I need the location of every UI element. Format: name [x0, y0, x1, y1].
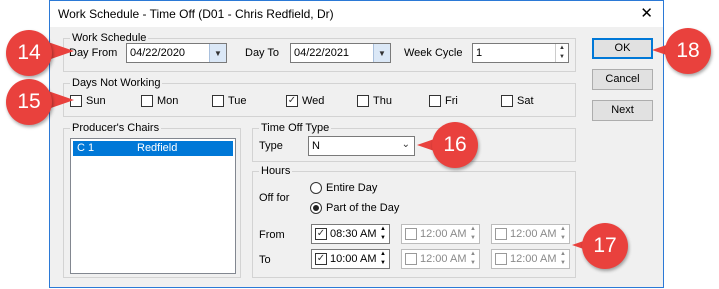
- to-time-1-checkbox[interactable]: ✓: [315, 253, 327, 265]
- day-from-field[interactable]: 04/22/2020 ▼: [126, 43, 227, 63]
- week-cycle-label: Week Cycle: [404, 47, 463, 59]
- off-for-label: Off for: [259, 192, 290, 204]
- to-time-1[interactable]: ✓ 10:00 AM ▲ ▼: [311, 249, 390, 269]
- day-from-value: 04/22/2020: [130, 47, 186, 59]
- day-label-sat: Sat: [517, 95, 534, 107]
- from-time-2-checkbox[interactable]: [405, 228, 417, 240]
- week-cycle-stepper[interactable]: 1 ▲ ▼: [472, 43, 569, 63]
- day-to-field[interactable]: 04/22/2021 ▼: [290, 43, 391, 63]
- part-of-day-label: Part of the Day: [326, 202, 400, 214]
- spin-arrows-icon[interactable]: ▲ ▼: [557, 225, 569, 243]
- day-to-value: 04/22/2021: [294, 47, 350, 59]
- to-time-3-value: 12:00 AM: [510, 253, 557, 265]
- type-label: Type: [259, 140, 283, 152]
- cancel-button[interactable]: Cancel: [592, 69, 653, 90]
- checkbox-sat[interactable]: [501, 95, 513, 107]
- type-select[interactable]: N ⌄: [308, 136, 415, 156]
- hours-group-title: Hours: [259, 165, 293, 177]
- producers-chairs-list[interactable]: C 1 Redfield: [70, 138, 236, 274]
- spin-arrows-icon[interactable]: ▲ ▼: [377, 250, 389, 268]
- day-from-label: Day From: [69, 47, 118, 59]
- from-time-1[interactable]: ✓ 08:30 AM ▲ ▼: [311, 224, 390, 244]
- ok-button[interactable]: OK: [592, 38, 653, 59]
- day-to-label: Day To: [245, 47, 280, 59]
- chair-name: Redfield: [137, 142, 178, 154]
- day-label-mon: Mon: [157, 95, 179, 107]
- week-cycle-value: 1: [476, 47, 483, 59]
- chevron-down-icon[interactable]: ▼: [373, 44, 390, 62]
- radio-part-of-day[interactable]: [310, 202, 322, 214]
- chair-code: C 1: [77, 142, 95, 154]
- spin-arrows-icon[interactable]: ▲ ▼: [555, 44, 568, 62]
- checkbox-thu[interactable]: [357, 95, 369, 107]
- to-time-2-checkbox[interactable]: [405, 253, 417, 265]
- from-time-1-checkbox[interactable]: ✓: [315, 228, 327, 240]
- from-time-3-checkbox[interactable]: [495, 228, 507, 240]
- type-value: N: [312, 140, 320, 152]
- producers-chairs-group-title: Producer's Chairs: [70, 122, 162, 134]
- callout-14: 14: [6, 30, 52, 76]
- list-item[interactable]: C 1 Redfield: [73, 141, 233, 156]
- spin-arrows-icon[interactable]: ▲ ▼: [467, 225, 479, 243]
- callout-16: 16: [432, 122, 478, 168]
- from-time-2[interactable]: 12:00 AM ▲ ▼: [401, 224, 480, 244]
- day-label-thu: Thu: [373, 95, 392, 107]
- day-label-fri: Fri: [445, 95, 458, 107]
- time-off-type-group-title: Time Off Type: [259, 122, 332, 134]
- close-icon[interactable]: ✕: [640, 4, 653, 22]
- day-label-tue: Tue: [228, 95, 247, 107]
- spin-arrows-icon[interactable]: ▲ ▼: [557, 250, 569, 268]
- from-label: From: [259, 229, 285, 241]
- checkbox-fri[interactable]: [429, 95, 441, 107]
- to-time-3[interactable]: 12:00 AM ▲ ▼: [491, 249, 570, 269]
- spin-arrows-icon[interactable]: ▲ ▼: [377, 225, 389, 243]
- to-label: To: [259, 254, 271, 266]
- from-time-2-value: 12:00 AM: [420, 228, 467, 240]
- day-label-sun: Sun: [86, 95, 106, 107]
- day-label-wed: Wed: [302, 95, 325, 107]
- from-time-3-value: 12:00 AM: [510, 228, 557, 240]
- entire-day-label: Entire Day: [326, 182, 378, 194]
- radio-entire-day[interactable]: [310, 182, 322, 194]
- next-button[interactable]: Next: [592, 100, 653, 121]
- checkbox-mon[interactable]: [141, 95, 153, 107]
- chevron-down-icon[interactable]: ▼: [209, 44, 226, 62]
- from-time-3[interactable]: 12:00 AM ▲ ▼: [491, 224, 570, 244]
- to-time-2[interactable]: 12:00 AM ▲ ▼: [401, 249, 480, 269]
- title-bar: Work Schedule - Time Off (D01 - Chris Re…: [50, 1, 663, 27]
- days-not-working-group-title: Days Not Working: [70, 77, 163, 89]
- to-time-3-checkbox[interactable]: [495, 253, 507, 265]
- checkbox-tue[interactable]: [212, 95, 224, 107]
- to-time-1-value: 10:00 AM: [330, 253, 377, 265]
- to-time-2-value: 12:00 AM: [420, 253, 467, 265]
- from-time-1-value: 08:30 AM: [330, 228, 377, 240]
- checkbox-wed[interactable]: ✓: [286, 95, 298, 107]
- chevron-down-icon[interactable]: ⌄: [402, 139, 410, 150]
- window-title: Work Schedule - Time Off (D01 - Chris Re…: [58, 7, 334, 21]
- callout-18: 18: [665, 28, 711, 74]
- callout-17: 17: [582, 223, 628, 269]
- spin-arrows-icon[interactable]: ▲ ▼: [467, 250, 479, 268]
- callout-15: 15: [6, 79, 52, 125]
